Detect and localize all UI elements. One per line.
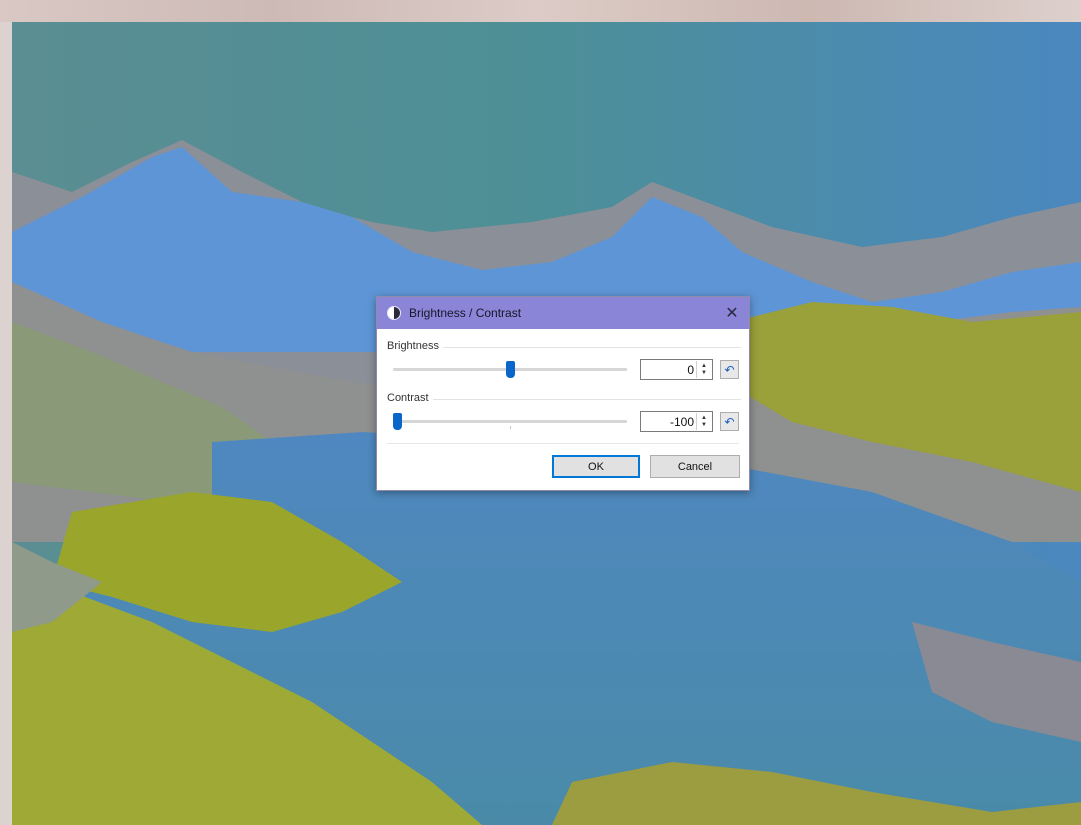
chevron-down-icon[interactable]: ▼ [701, 370, 707, 377]
reset-icon: ↶ [724, 414, 735, 429]
close-icon: ✕ [725, 305, 739, 322]
contrast-spinner[interactable]: ▲ ▼ [696, 413, 711, 430]
chevron-down-icon[interactable]: ▼ [701, 422, 707, 429]
canvas-left-margin [0, 22, 12, 825]
dialog-title: Brightness / Contrast [409, 306, 522, 320]
contrast-reset-button[interactable]: ↶ [720, 412, 739, 431]
ok-button[interactable]: OK [552, 455, 640, 478]
button-separator [387, 443, 739, 444]
contrast-input[interactable]: -100 ▲ ▼ [640, 411, 713, 432]
brightness-value: 0 [687, 363, 694, 377]
brightness-group: Brightness 0 ▲ ▼ ↶ [387, 340, 741, 384]
ok-button-label: OK [588, 460, 604, 473]
contrast-slider-track[interactable] [393, 420, 627, 423]
brightness-contrast-dialog: Brightness / Contrast ✕ Brightness 0 ▲ ▼… [376, 296, 750, 491]
contrast-slider-thumb[interactable] [393, 413, 402, 430]
brightness-label: Brightness [387, 340, 443, 352]
dialog-titlebar[interactable]: Brightness / Contrast ✕ [377, 297, 749, 329]
chevron-up-icon[interactable]: ▲ [701, 415, 707, 422]
contrast-slider-tick [510, 426, 511, 429]
contrast-group-divider [387, 399, 741, 400]
cancel-button[interactable]: Cancel [650, 455, 740, 478]
brightness-input[interactable]: 0 ▲ ▼ [640, 359, 713, 380]
contrast-group: Contrast -100 ▲ ▼ ↶ [387, 392, 741, 436]
contrast-value: -100 [669, 415, 694, 429]
brightness-slider-thumb[interactable] [505, 361, 515, 378]
close-button[interactable]: ✕ [715, 297, 749, 329]
brightness-spinner[interactable]: ▲ ▼ [696, 361, 711, 378]
brightness-reset-button[interactable]: ↶ [720, 360, 739, 379]
reset-icon: ↶ [724, 362, 735, 377]
background-top-strip [0, 0, 1081, 22]
cancel-button-label: Cancel [677, 460, 713, 473]
chevron-up-icon[interactable]: ▲ [701, 363, 707, 370]
contrast-label: Contrast [387, 392, 433, 404]
brightness-contrast-icon [387, 306, 401, 320]
